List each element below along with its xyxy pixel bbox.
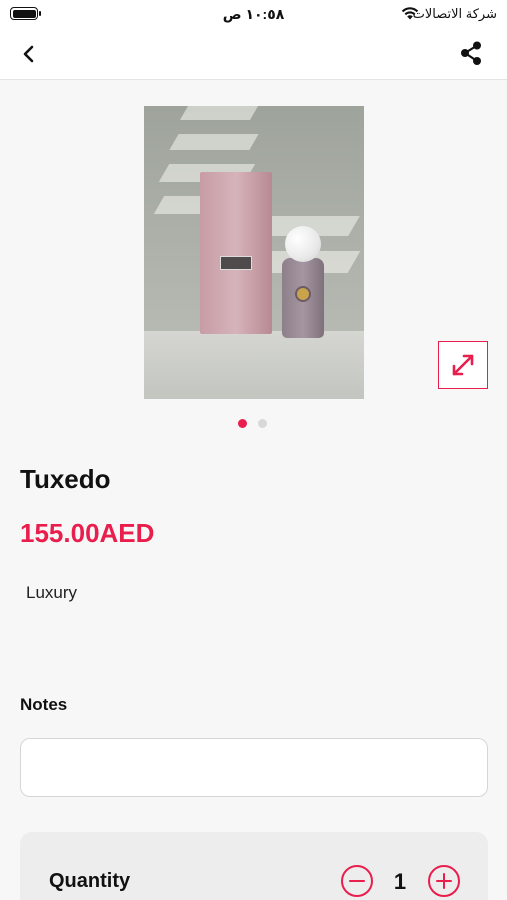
chevron-left-icon	[23, 45, 34, 63]
pager-dot[interactable]	[258, 419, 267, 428]
carrier-name: شركة الاتصالات	[412, 6, 497, 21]
perfume-box	[200, 172, 272, 334]
product-name: Tuxedo	[20, 464, 111, 494]
expand-image-button[interactable]	[438, 341, 488, 389]
status-bar: ١٠:٥٨ ص شركة الاتصالات	[0, 0, 507, 28]
share-button[interactable]	[457, 40, 487, 68]
pager-dot[interactable]	[238, 419, 247, 428]
expand-icon	[452, 354, 474, 376]
image-pager	[238, 419, 267, 428]
increase-quantity-button[interactable]	[428, 865, 460, 897]
product-category: Luxury	[26, 583, 78, 602]
product-image[interactable]	[144, 106, 364, 399]
notes-label: Notes	[20, 695, 68, 714]
minus-icon	[349, 879, 365, 883]
share-icon	[461, 41, 481, 65]
decrease-quantity-button[interactable]	[341, 865, 373, 897]
back-button[interactable]	[14, 40, 44, 68]
product-price: 155.00AED	[20, 518, 155, 548]
nav-bar	[0, 28, 507, 80]
quantity-card: Quantity 1	[20, 832, 488, 900]
quantity-value: 1	[393, 869, 407, 894]
notes-input[interactable]	[20, 738, 488, 797]
quantity-label: Quantity	[49, 870, 131, 892]
